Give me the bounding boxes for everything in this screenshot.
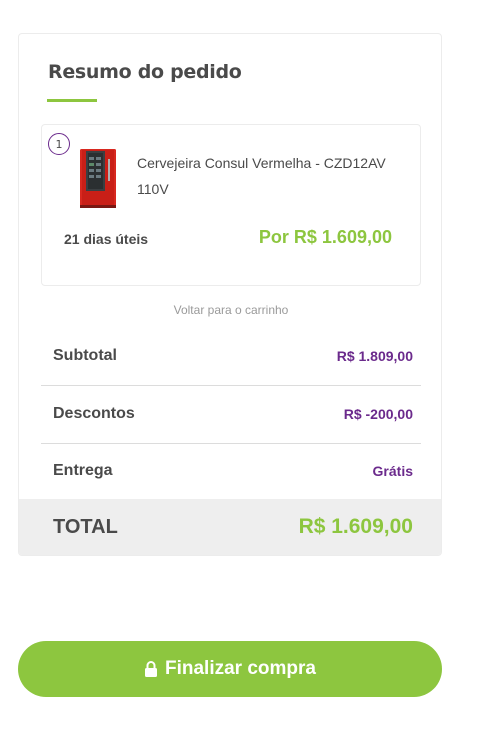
cart-item: 1 Cervejeira Consul Vermelha - CZD12AV 1… [41, 124, 421, 286]
title-underline [47, 99, 97, 102]
checkout-button-label: Finalizar compra [165, 658, 316, 679]
item-price: Por R$ 1.609,00 [258, 227, 392, 247]
delivery-value: Grátis [372, 463, 413, 479]
discounts-row: Descontos R$ -200,00 [41, 388, 421, 444]
discounts-value: R$ -200,00 [343, 406, 413, 422]
delivery-time: 21 dias úteis [64, 231, 149, 247]
subtotal-row: Subtotal R$ 1.809,00 [41, 330, 421, 386]
delivery-label: Entrega [53, 462, 113, 479]
total-label: TOTAL [53, 516, 118, 538]
discounts-label: Descontos [53, 405, 135, 422]
subtotal-label: Subtotal [53, 347, 117, 364]
subtotal-value: R$ 1.809,00 [336, 348, 413, 364]
divider [41, 385, 421, 386]
delivery-row: Entrega Grátis [41, 445, 421, 501]
product-thumbnail[interactable] [78, 147, 118, 209]
total-row: TOTAL R$ 1.609,00 [19, 499, 441, 555]
order-summary-card: Resumo do pedido 1 Cervejeira Consul Ver… [18, 33, 442, 556]
quantity-badge: 1 [48, 133, 70, 155]
back-to-cart-link[interactable]: Voltar para o carrinho [19, 303, 441, 317]
lock-icon [145, 661, 157, 677]
order-summary-title: Resumo do pedido [48, 61, 242, 83]
product-name[interactable]: Cervejeira Consul Vermelha - CZD12AV 110… [137, 150, 407, 202]
checkout-button[interactable]: Finalizar compra [18, 641, 442, 697]
divider [41, 443, 421, 444]
total-value: R$ 1.609,00 [298, 515, 413, 538]
